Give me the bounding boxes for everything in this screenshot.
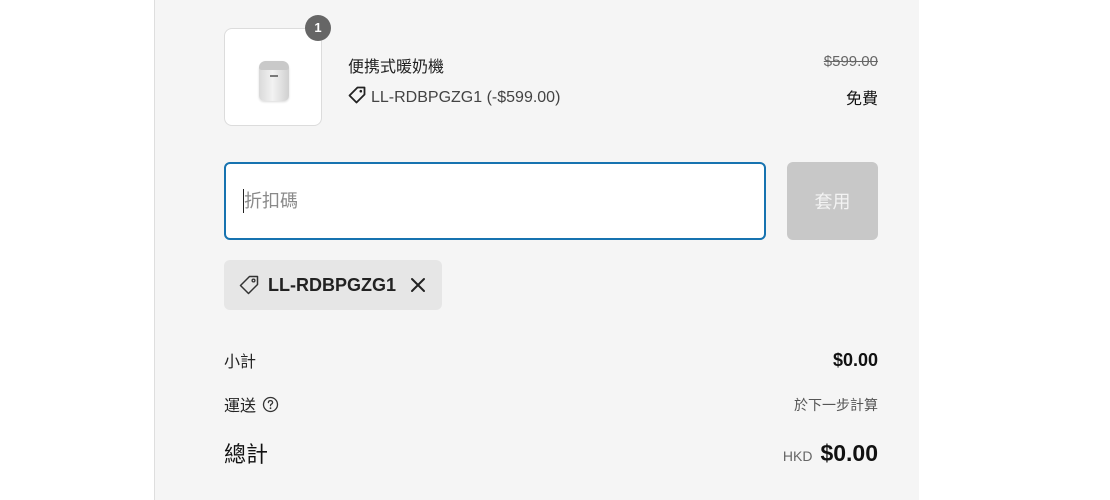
- product-thumbnail: [224, 28, 322, 126]
- bottle-warmer-image: [259, 61, 289, 101]
- subtotal-row: 小計 $0.00: [224, 347, 878, 373]
- line-item-discount: LL-RDBPGZG1 (-$599.00): [348, 86, 560, 109]
- total-value: $0.00: [820, 439, 878, 466]
- shipping-label: 運送: [224, 398, 257, 415]
- discount-code-input[interactable]: [224, 162, 766, 240]
- quantity-badge: 1: [305, 15, 331, 41]
- currency-code: HKD: [782, 447, 813, 464]
- subtotal-label: 小計: [224, 354, 257, 371]
- apply-discount-button[interactable]: 套用: [787, 162, 878, 240]
- remove-discount-button[interactable]: [408, 275, 428, 295]
- line-item-discount-text: LL-RDBPGZG1 (-$599.00): [371, 89, 561, 106]
- total-row: 總計 HKD $0.00: [224, 436, 878, 470]
- total-label: 總計: [224, 442, 269, 467]
- shipping-label-group: 運送: [224, 392, 279, 418]
- applied-discount-code: LL-RDBPGZG1: [268, 274, 396, 295]
- subtotal-value: $0.00: [832, 349, 878, 370]
- compare-at-price: $599.00: [823, 53, 878, 70]
- tag-icon: [348, 86, 366, 109]
- applied-discount-chip: LL-RDBPGZG1: [224, 260, 442, 310]
- total-amount: HKD $0.00: [783, 440, 878, 467]
- product-title: 便携式暖奶機: [348, 59, 445, 76]
- help-icon[interactable]: [262, 396, 279, 418]
- final-price: 免費: [845, 91, 878, 108]
- tag-icon: [238, 274, 260, 296]
- close-icon: [411, 278, 425, 292]
- shipping-row: 運送 於下一步計算: [224, 392, 878, 418]
- text-caret: [243, 189, 244, 213]
- line-item: 1 便携式暖奶機 LL-RDBPGZG1 (-$599.00) $599.00 …: [224, 15, 878, 128]
- shipping-value: 於下一步計算: [794, 397, 878, 413]
